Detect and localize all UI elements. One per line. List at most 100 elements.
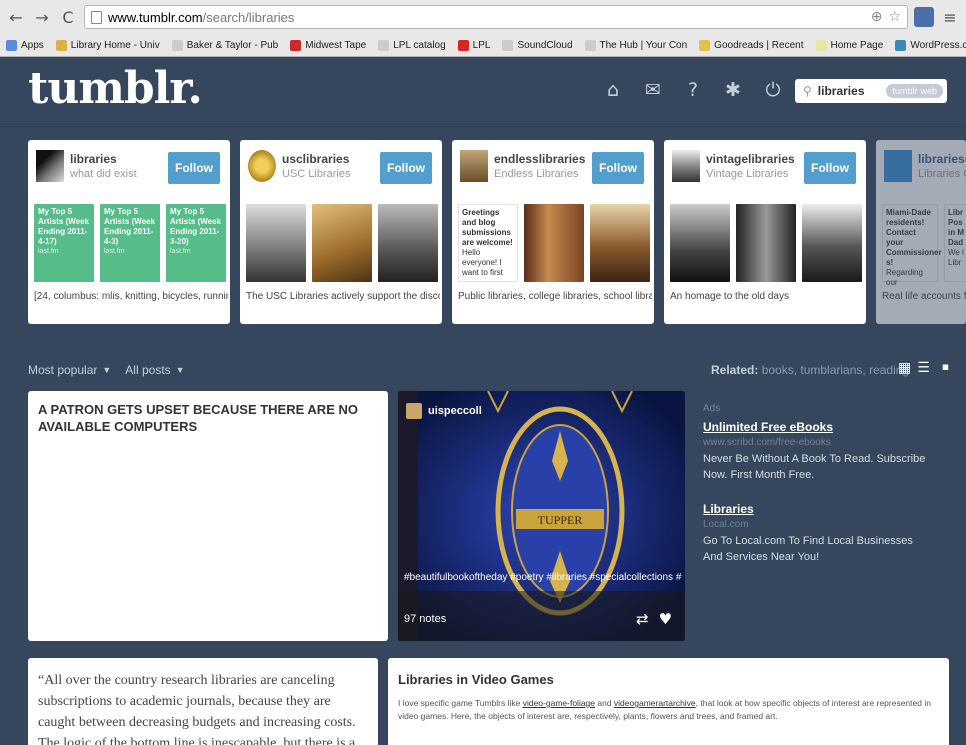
bookmark-item[interactable]: SoundCloud xyxy=(502,39,573,51)
reload-icon[interactable]: C xyxy=(58,6,78,28)
bookmark-item[interactable]: Goodreads | Recent xyxy=(699,39,804,51)
search-box[interactable]: ⚲ libraries tumblr web xyxy=(795,79,947,103)
bookmark-item[interactable]: Midwest Tape xyxy=(290,39,366,51)
blog-card[interactable]: usclibraries USC Libraries Follow The US… xyxy=(240,140,442,324)
blog-name[interactable]: librariesch xyxy=(918,152,966,166)
post-thumb[interactable]: My Top 5 Artists (Week Ending 2011-4-17)… xyxy=(34,204,94,282)
scope-tumblr[interactable]: tumblr xyxy=(892,86,917,96)
settings-icon[interactable]: ✱ xyxy=(720,77,746,103)
ads-sidebar: Ads Unlimited Free eBooks www.scribd.com… xyxy=(703,401,933,565)
follow-button[interactable]: Follow xyxy=(168,152,220,184)
tumblr-logo[interactable]: tumblr. xyxy=(28,63,203,114)
forward-icon[interactable]: → xyxy=(32,6,52,28)
bookmark-item[interactable]: WordPress.com — C xyxy=(895,39,966,51)
post-filters: Most popular ▼ All posts ▼ xyxy=(28,363,185,377)
search-scope-toggle[interactable]: tumblr web xyxy=(886,84,943,98)
text-post[interactable]: A PATRON GETS UPSET BECAUSE THERE ARE NO… xyxy=(28,391,388,641)
bookmark-item[interactable]: Baker & Taylor - Pub xyxy=(171,39,278,51)
avatar[interactable] xyxy=(460,150,488,182)
avatar[interactable] xyxy=(884,150,912,182)
avatar[interactable] xyxy=(36,150,64,182)
related-label: Related: xyxy=(711,363,759,377)
blog-title: Libraries Ch xyxy=(918,168,966,180)
bookmark-label: Apps xyxy=(21,39,44,51)
quote-post[interactable]: “All over the country research libraries… xyxy=(28,658,378,745)
bookmark-item[interactable]: Apps xyxy=(6,39,44,51)
bookmark-star-icon[interactable]: ☆ xyxy=(888,9,901,25)
related-terms[interactable]: books, tumblarians, reading xyxy=(762,363,909,377)
author-name[interactable]: uispeccoll xyxy=(428,405,482,417)
ad-url: www.scribd.com/free-ebooks xyxy=(703,437,831,448)
blog-title: what did exist xyxy=(70,168,137,180)
post-thumb[interactable] xyxy=(736,204,796,282)
follow-button[interactable]: Follow xyxy=(804,152,856,184)
bookmark-label: Home Page xyxy=(830,39,884,51)
back-icon[interactable]: ← xyxy=(6,6,26,28)
blog-card[interactable]: librariesch Libraries Ch Miami-Dade resi… xyxy=(876,140,966,324)
article-post[interactable]: Libraries in Video Games I love specific… xyxy=(388,658,949,745)
blog-title: USC Libraries xyxy=(282,168,351,180)
lock-icon[interactable]: ▪ xyxy=(942,360,949,376)
bookmark-icon xyxy=(502,39,514,51)
blog-name[interactable]: usclibraries xyxy=(282,152,349,166)
post-thumb[interactable]: My Top 5 Artists (Week Ending 2011-4-3) l… xyxy=(100,204,160,282)
blog-card[interactable]: libraries what did exist Follow My Top 5… xyxy=(28,140,230,324)
grid-view-icon[interactable]: ▦ xyxy=(898,360,911,376)
mail-icon[interactable]: ✉ xyxy=(640,77,666,103)
post-thumb[interactable] xyxy=(802,204,862,282)
post-link[interactable]: videogamerartarchive xyxy=(614,698,696,708)
power-icon[interactable]: ⏻ xyxy=(760,77,786,103)
home-icon[interactable]: ⌂ xyxy=(600,77,626,103)
blog-name[interactable]: endlesslibraries xyxy=(494,152,585,166)
help-icon[interactable]: ? xyxy=(680,77,706,103)
post-thumb[interactable]: My Top 5 Artists (Week Ending 2011-3-20)… xyxy=(166,204,226,282)
post-thumb[interactable] xyxy=(378,204,438,282)
type-dropdown[interactable]: All posts ▼ xyxy=(125,363,184,377)
list-view-icon[interactable]: ☰ xyxy=(917,360,930,376)
avatar[interactable] xyxy=(406,403,422,419)
post-link[interactable]: video-game-foliage xyxy=(523,698,595,708)
post-thumb[interactable] xyxy=(312,204,372,282)
post-author[interactable]: uispeccoll xyxy=(406,403,482,419)
heart-icon[interactable]: ♥ xyxy=(659,610,672,628)
url-text[interactable]: www.tumblr.com/search/libraries xyxy=(108,10,865,25)
ad-title[interactable]: Unlimited Free eBooks xyxy=(703,419,933,435)
avatar[interactable] xyxy=(248,150,276,182)
avatar[interactable] xyxy=(672,150,700,182)
post-thumb[interactable] xyxy=(246,204,306,282)
follow-button[interactable]: Follow xyxy=(592,152,644,184)
menu-icon[interactable]: ≡ xyxy=(940,6,960,28)
sort-dropdown[interactable]: Most popular ▼ xyxy=(28,363,111,377)
post-thumb[interactable] xyxy=(524,204,584,282)
bookmark-item[interactable]: Library Home - Univ xyxy=(55,39,160,51)
search-input[interactable]: libraries xyxy=(818,84,881,98)
scope-web[interactable]: web xyxy=(920,86,937,96)
blog-card[interactable]: endlesslibraries Endless Libraries Follo… xyxy=(452,140,654,324)
post-thumb[interactable]: Miami-Dade residents! Contact your Commi… xyxy=(882,204,942,287)
bookmark-icon xyxy=(815,39,827,51)
ad-title[interactable]: Libraries xyxy=(703,501,933,517)
reblog-icon[interactable]: ⇄ xyxy=(636,610,649,628)
bookmark-item[interactable]: LPL catalog xyxy=(378,39,446,51)
blog-name[interactable]: libraries xyxy=(70,152,117,166)
post-tags[interactable]: #beautifulbookoftheday #poetry #librarie… xyxy=(404,572,682,583)
bookmark-item[interactable]: The Hub | Your Con xyxy=(584,39,687,51)
notes-count[interactable]: 97 notes xyxy=(404,613,446,625)
bookmark-item[interactable]: LPL xyxy=(457,39,490,51)
zoom-icon[interactable]: ⊕ xyxy=(871,9,883,25)
post-thumb[interactable] xyxy=(590,204,650,282)
follow-button[interactable]: Follow xyxy=(380,152,432,184)
blog-name[interactable]: vintagelibraries xyxy=(706,152,795,166)
ad-item[interactable]: Unlimited Free eBooks www.scribd.com/fre… xyxy=(703,419,933,483)
post-thumb[interactable]: Libr Pos in M Dad We l Libr xyxy=(944,204,966,282)
post-actions: ⇄ ♥ xyxy=(636,610,672,628)
bookmark-item[interactable]: Home Page xyxy=(815,39,884,51)
address-bar[interactable]: www.tumblr.com/search/libraries ⊕ ☆ xyxy=(84,5,908,29)
extension-icon[interactable] xyxy=(914,7,934,27)
blog-card[interactable]: vintagelibraries Vintage Libraries Follo… xyxy=(664,140,866,324)
ad-item[interactable]: Libraries Local.com Go To Local.com To F… xyxy=(703,501,933,565)
post-thumb[interactable] xyxy=(670,204,730,282)
post-thumb[interactable]: Greetings and blog submissions are welco… xyxy=(458,204,518,282)
bookmark-icon xyxy=(699,39,711,51)
photo-post[interactable]: TUPPER uispeccoll #beautifulbookoftheday… xyxy=(398,391,685,641)
